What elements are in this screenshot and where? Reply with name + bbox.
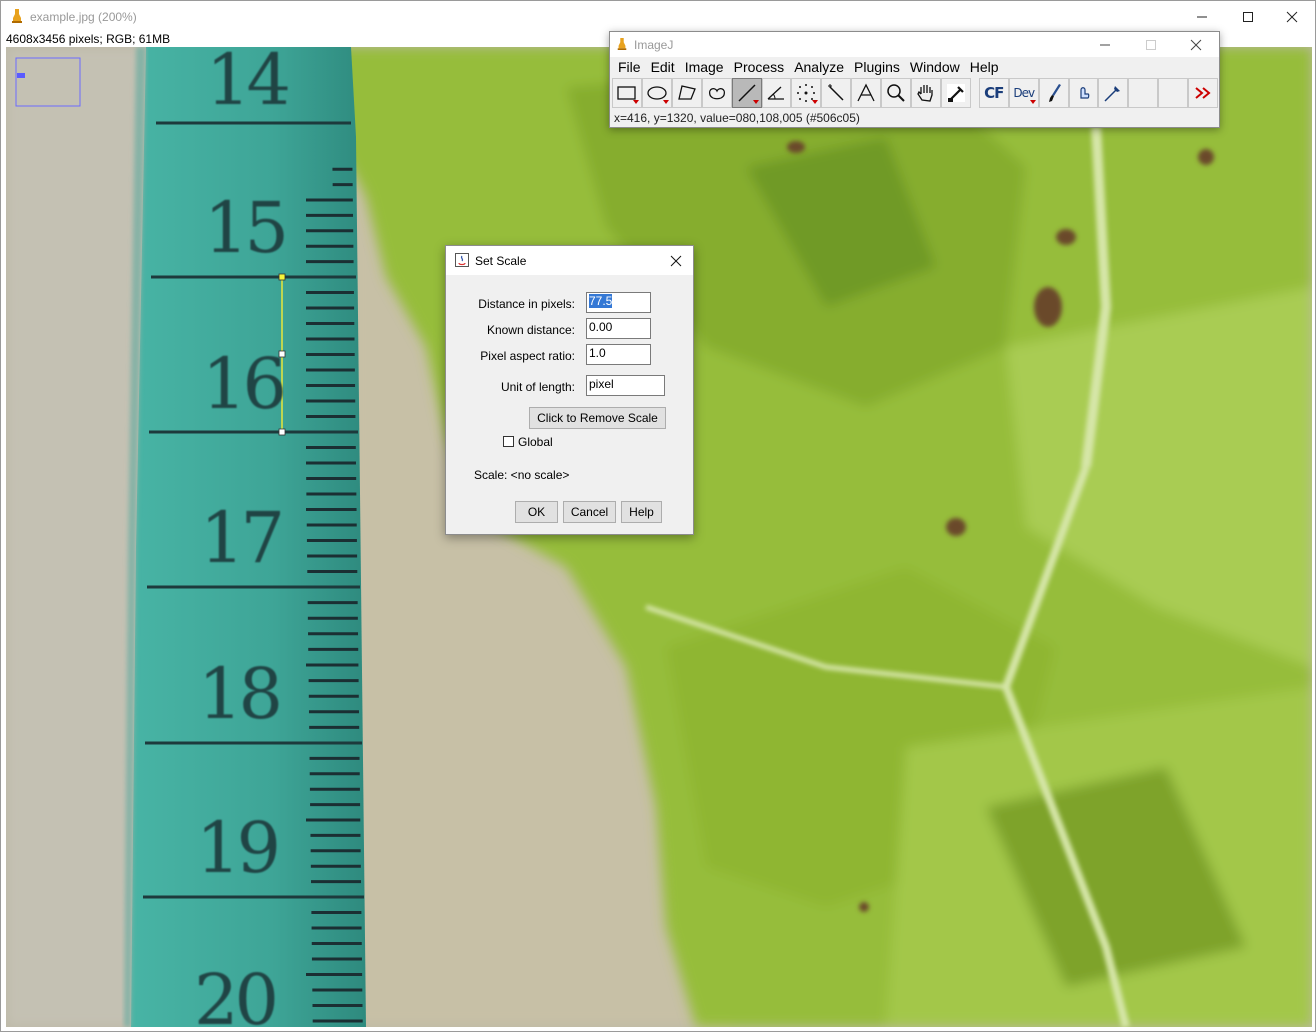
- distance-label: Distance in pixels:: [478, 297, 575, 311]
- global-checkbox[interactable]: [503, 436, 514, 447]
- distance-in-pixels-field[interactable]: 77.5: [586, 292, 651, 313]
- angle-icon: [768, 86, 785, 100]
- menu-analyze[interactable]: Analyze: [792, 57, 850, 78]
- ruler-number: 16: [202, 343, 287, 425]
- oval-tool[interactable]: [641, 78, 672, 108]
- double-chevron-icon: [1195, 87, 1211, 99]
- dropper-icon: [946, 84, 965, 102]
- known-distance-field[interactable]: 0.00: [586, 318, 651, 339]
- unit-of-length-field[interactable]: pixel: [586, 375, 665, 396]
- hand-tool[interactable]: [911, 78, 941, 108]
- brush-icon: [1048, 84, 1061, 102]
- dialog-titlebar[interactable]: Set Scale: [446, 246, 693, 275]
- rectangle-tool[interactable]: [612, 78, 642, 108]
- imagej-window: ImageJ File Edit Image Process Analyze P…: [609, 31, 1220, 128]
- menu-window[interactable]: Window: [908, 57, 966, 78]
- menu-edit[interactable]: Edit: [649, 57, 681, 78]
- global-label: Global: [518, 435, 553, 449]
- maximize-icon: [1128, 32, 1174, 57]
- cf-label: CF: [984, 84, 1004, 102]
- ruler-number: 14: [206, 47, 291, 121]
- hand-icon: [917, 85, 933, 102]
- dev-tool[interactable]: Dev: [1008, 78, 1039, 108]
- magnifier-tool[interactable]: [881, 78, 912, 108]
- arrow-icon: [1079, 87, 1089, 99]
- close-icon[interactable]: [659, 246, 693, 275]
- minimize-icon[interactable]: [1082, 32, 1128, 57]
- maximize-icon[interactable]: [1225, 1, 1271, 32]
- pixel-aspect-label: Pixel aspect ratio:: [480, 349, 575, 363]
- cancel-button[interactable]: Cancel: [563, 501, 616, 523]
- menu-file[interactable]: File: [616, 57, 647, 78]
- pencil-icon: [1104, 86, 1121, 102]
- wand-tool[interactable]: [821, 78, 852, 108]
- more-tools[interactable]: [1188, 78, 1219, 108]
- ruler-number: 20: [194, 959, 279, 1027]
- ruler-number: 17: [200, 497, 285, 579]
- unit-of-length-label: Unit of length:: [500, 380, 575, 394]
- arrow-tool[interactable]: [1068, 78, 1099, 108]
- menu-help[interactable]: Help: [968, 57, 1005, 78]
- close-icon[interactable]: [1173, 32, 1219, 57]
- image-window-title: example.jpg (200%): [30, 10, 137, 24]
- imagej-app-icon: [10, 8, 24, 27]
- image-info-text: 4608x3456 pixels; RGB; 61MB: [6, 32, 171, 46]
- empty-slot-1: [1128, 78, 1159, 108]
- scale-status-text: Scale: <no scale>: [474, 468, 570, 482]
- menu-plugins[interactable]: Plugins: [852, 57, 906, 78]
- dropper-tool[interactable]: [940, 78, 971, 108]
- empty-slot-2: [1158, 78, 1189, 108]
- imagej-titlebar[interactable]: ImageJ: [610, 32, 1219, 57]
- menu-process[interactable]: Process: [732, 57, 791, 78]
- remove-scale-button[interactable]: Click to Remove Scale: [529, 407, 666, 429]
- ruler-number: 15: [204, 187, 289, 269]
- point-tool[interactable]: [791, 78, 822, 108]
- magnifier-icon: [887, 84, 905, 102]
- ruler-number: 18: [198, 653, 283, 735]
- freehand-icon: [708, 88, 725, 100]
- dev-label: Dev: [1013, 86, 1035, 100]
- text-icon: [857, 83, 875, 102]
- set-scale-dialog: Set Scale Distance in pixels: 77.5 Known…: [445, 245, 694, 535]
- dialog-title: Set Scale: [475, 254, 527, 268]
- imagej-status: x=416, y=1320, value=080,108,005 (#506c0…: [614, 111, 860, 125]
- polygon-icon: [677, 85, 696, 100]
- image-titlebar[interactable]: example.jpg (200%): [1, 1, 1315, 32]
- help-button[interactable]: Help: [621, 501, 662, 523]
- brush-tool[interactable]: [1038, 78, 1069, 108]
- imagej-app-icon: [616, 37, 628, 54]
- wand-icon: [828, 84, 844, 101]
- imagej-menubar: File Edit Image Process Analyze Plugins …: [610, 57, 1219, 78]
- cf-tool[interactable]: CF: [978, 78, 1009, 108]
- close-icon[interactable]: [1269, 1, 1315, 32]
- imagej-toolbar: CF Dev: [612, 78, 1219, 108]
- imagej-title: ImageJ: [634, 38, 674, 52]
- line-tool[interactable]: [731, 78, 762, 108]
- java-icon: [455, 253, 469, 270]
- angle-tool[interactable]: [761, 78, 792, 108]
- image-canvas[interactable]: 14 15 16 17 18 19 20: [6, 47, 1312, 1027]
- ruler-number: 19: [196, 807, 281, 889]
- pencil-tool[interactable]: [1098, 78, 1129, 108]
- minimize-icon[interactable]: [1179, 1, 1225, 32]
- freehand-tool[interactable]: [701, 78, 732, 108]
- text-tool[interactable]: [851, 78, 882, 108]
- polygon-tool[interactable]: [671, 78, 702, 108]
- pixel-aspect-field[interactable]: 1.0: [586, 344, 651, 365]
- ok-button[interactable]: OK: [515, 501, 558, 523]
- menu-image[interactable]: Image: [683, 57, 730, 78]
- known-distance-label: Known distance:: [486, 323, 575, 337]
